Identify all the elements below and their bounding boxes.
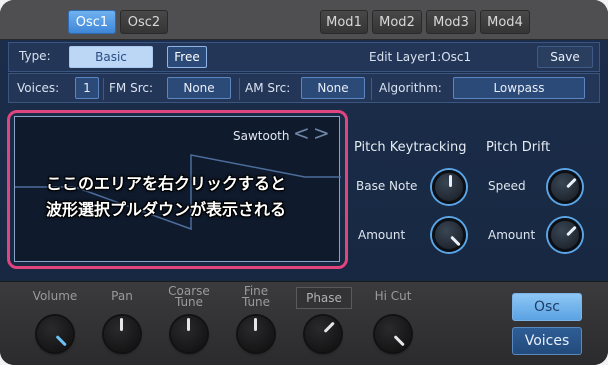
voices-button[interactable]: Voices [512,327,582,355]
hi-cut-knob[interactable] [375,316,411,352]
type-select[interactable]: Basic [69,46,153,68]
amount-label-drift: Amount [488,228,536,242]
amount-knob-drift[interactable] [548,218,582,252]
amount-label-keytracking: Amount [358,228,406,242]
amount-knob-keytracking[interactable] [432,218,466,252]
voices-field[interactable]: 1 [75,77,99,99]
am-src-select[interactable]: None [301,77,365,99]
pitch-drift-title: Pitch Drift [486,140,551,155]
fm-src-select[interactable]: None [167,77,231,99]
tab-bar: Osc1 Osc2 Mod1 Mod2 Mod3 Mod4 [0,0,608,40]
tab-mod3[interactable]: Mod3 [426,10,476,34]
divider [371,78,372,100]
type-label: Type: [19,49,51,63]
base-note-label: Base Note [356,179,418,193]
tab-mod2[interactable]: Mod2 [372,10,422,34]
save-button[interactable]: Save [537,46,593,68]
type-row: Type: Basic Free Edit Layer1:Osc1 Save [8,42,600,72]
fine-tune-knob[interactable] [238,316,274,352]
base-note-knob[interactable] [432,170,466,204]
volume-label: Volume [32,289,78,303]
oscillator-panel: Osc1 Osc2 Mod1 Mod2 Mod3 Mod4 Type: Basi… [0,0,608,365]
tab-mod1[interactable]: Mod1 [320,10,368,34]
am-src-label: AM Src: [245,81,291,95]
tab-osc2[interactable]: Osc2 [120,10,168,34]
hi-cut-label: Hi Cut [374,289,412,303]
volume-knob[interactable] [37,316,73,352]
free-button[interactable]: Free [167,46,207,68]
phase-knob[interactable] [305,316,341,352]
fm-src-label: FM Src: [109,81,153,95]
divider [103,78,104,100]
tab-osc1[interactable]: Osc1 [68,10,116,34]
osc-button[interactable]: Osc [512,293,582,321]
coarse-tune-label: Coarse Tune [168,284,210,309]
edit-layer-label: Edit Layer1:Osc1 [369,50,472,64]
annotation-line-1: ここのエリアを右クリックすると [46,174,287,193]
speed-knob[interactable] [548,170,582,204]
algorithm-select[interactable]: Lowpass [453,77,585,99]
divider [239,78,240,100]
pan-label: Pan [111,289,133,303]
tab-mod4[interactable]: Mod4 [480,10,530,34]
speed-label: Speed [488,179,526,193]
fine-tune-label: Fine Tune [241,284,271,309]
phase-button[interactable]: Phase [296,287,352,309]
voices-row: Voices: 1 FM Src: None AM Src: None Algo… [8,73,600,103]
pan-knob[interactable] [104,316,140,352]
algorithm-label: Algorithm: [379,81,442,95]
annotation-line-2: 波形選択プルダウンが表示される [46,200,287,219]
pitch-keytracking-title: Pitch Keytracking [354,140,467,155]
coarse-tune-knob[interactable] [171,316,207,352]
voices-label: Voices: [17,81,60,95]
